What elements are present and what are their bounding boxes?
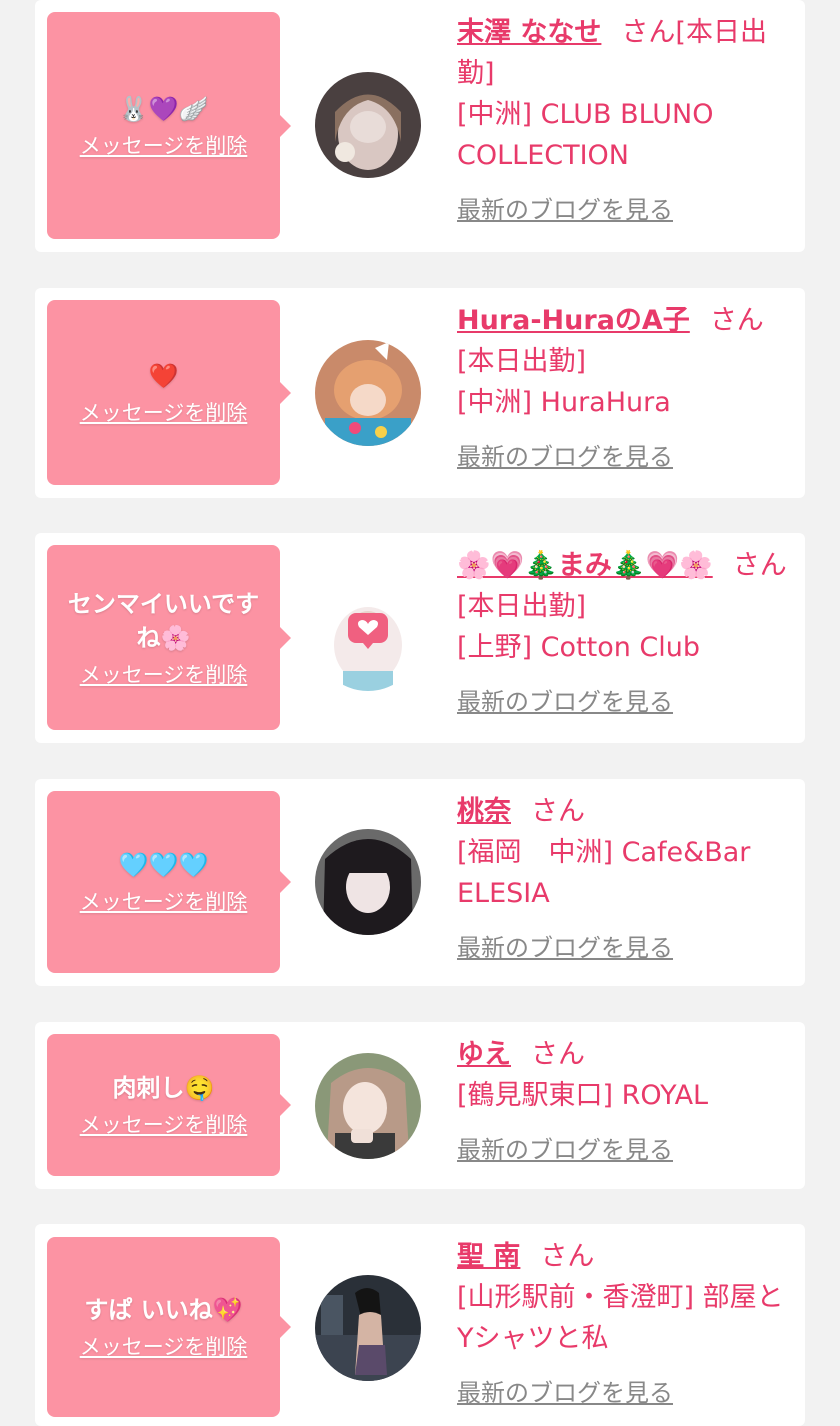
work-status: [本日出勤] [457,591,587,622]
girl-info: 🌸💗🎄まみ🎄💗🌸 さん [本日出勤] [上野] Cotton Club 最新のブログ… [457,545,791,723]
girl-name-link[interactable]: 🌸💗🎄まみ🎄💗🌸 [457,550,713,581]
delete-message-link[interactable]: メッセージを削除 [80,130,248,160]
girl-name-link[interactable]: 桃奈 [457,796,511,827]
girl-name-link[interactable]: Hura-HuraのA子 [457,305,690,336]
message-text: 🐰💜🪽 [118,94,209,123]
honorific: さん [540,1241,595,1272]
delete-message-link[interactable]: メッセージを削除 [80,886,248,916]
work-status: [本日出勤] [457,346,587,377]
avatar-photo [315,72,421,178]
girl-info: Hura-HuraのA子 さん [本日出勤] [中洲] HuraHura 最新のブ… [457,300,791,478]
message-bubble: 🐰💜🪽 メッセージを削除 [47,12,291,239]
list-item: 🩵🩵🩵 メッセージを削除 桃奈 さん [福岡 中洲] Cafe&Bar ELESI… [35,779,805,986]
avatar-photo [315,340,421,446]
list-item: センマイいいですね🌸 メッセージを削除 🌸💗🎄まみ🎄💗🌸 さん [本日出勤] [上野… [35,533,805,743]
latest-blog-link[interactable]: 最新のブログを見る [457,682,791,723]
message-text: 肉刺し🤤 [112,1074,215,1102]
message-bubble: 🩵🩵🩵 メッセージを削除 [47,791,291,973]
shop-name: [上野] Cotton Club [457,632,701,663]
honorific: さん [531,1039,585,1070]
girl-info: 末澤 ななせ さん[本日出勤] [中洲] CLUB BLUNO COLLECTIO… [457,12,791,231]
avatar-photo [315,585,421,691]
honorific: さん [531,796,585,827]
delete-message-link[interactable]: メッセージを削除 [80,397,248,427]
latest-blog-link[interactable]: 最新のブログを見る [457,190,791,231]
avatar[interactable] [315,1053,421,1159]
shop-name: [鶴見駅東口] ROYAL [457,1080,709,1111]
shop-name: [中洲] HuraHura [457,387,671,418]
girl-info: ゆえ さん [鶴見駅東口] ROYAL 最新のブログを見る [457,1034,791,1171]
delete-message-link[interactable]: メッセージを削除 [80,659,248,689]
avatar[interactable] [315,829,421,935]
shop-name: [山形駅前・香澄町] 部屋とYシャツと私 [457,1282,784,1354]
girl-info: 聖 南さん [山形駅前・香澄町] 部屋とYシャツと私 最新のブログを見る [457,1236,791,1414]
message-bubble: ❤️ メッセージを削除 [47,300,291,485]
girl-name-link[interactable]: 末澤 ななせ [457,17,601,48]
message-text: センマイいいですね🌸 [67,589,260,652]
message-text: すぱ いいね💖 [84,1296,243,1324]
message-bubble: センマイいいですね🌸 メッセージを削除 [47,545,291,730]
list-item: 肉刺し🤤 メッセージを削除 ゆえ さん [鶴見駅東口] ROYAL 最新のブログを… [35,1022,805,1189]
honorific: さん [621,17,676,48]
avatar-photo [315,1053,421,1159]
avatar[interactable] [315,72,421,178]
list-item: 🐰💜🪽 メッセージを削除 末澤 ななせ さん[本日出勤] [中洲] CLUB BL… [35,0,805,252]
latest-blog-link[interactable]: 最新のブログを見る [457,928,791,969]
girl-name-link[interactable]: 聖 南 [457,1241,520,1272]
message-list: 🐰💜🪽 メッセージを削除 末澤 ななせ さん[本日出勤] [中洲] CLUB BL… [0,0,840,1426]
honorific: さん [732,550,787,581]
avatar[interactable] [315,1275,421,1381]
list-item: ❤️ メッセージを削除 Hura-HuraのA子 さん [本日出勤] [中洲] H… [35,288,805,498]
message-text: ❤️ [148,361,179,390]
avatar[interactable] [315,340,421,446]
message-bubble: すぱ いいね💖 メッセージを削除 [47,1237,291,1417]
message-text: 🩵🩵🩵 [118,851,209,879]
list-item: すぱ いいね💖 メッセージを削除 聖 南さん [山形駅前・香澄町] 部屋とYシャ… [35,1224,805,1426]
shop-name: [中洲] CLUB BLUNO COLLECTION [457,99,714,171]
girl-name-link[interactable]: ゆえ [457,1039,511,1070]
latest-blog-link[interactable]: 最新のブログを見る [457,1130,791,1171]
delete-message-link[interactable]: メッセージを削除 [80,1331,248,1361]
avatar[interactable] [315,585,421,691]
delete-message-link[interactable]: メッセージを削除 [80,1109,248,1139]
avatar-photo [315,829,421,935]
girl-info: 桃奈 さん [福岡 中洲] Cafe&Bar ELESIA 最新のブログを見る [457,791,791,969]
shop-name: [福岡 中洲] Cafe&Bar ELESIA [457,837,751,909]
honorific: さん [709,305,764,336]
message-bubble: 肉刺し🤤 メッセージを削除 [47,1034,291,1176]
avatar-photo [315,1275,421,1381]
latest-blog-link[interactable]: 最新のブログを見る [457,437,791,478]
latest-blog-link[interactable]: 最新のブログを見る [457,1373,791,1414]
